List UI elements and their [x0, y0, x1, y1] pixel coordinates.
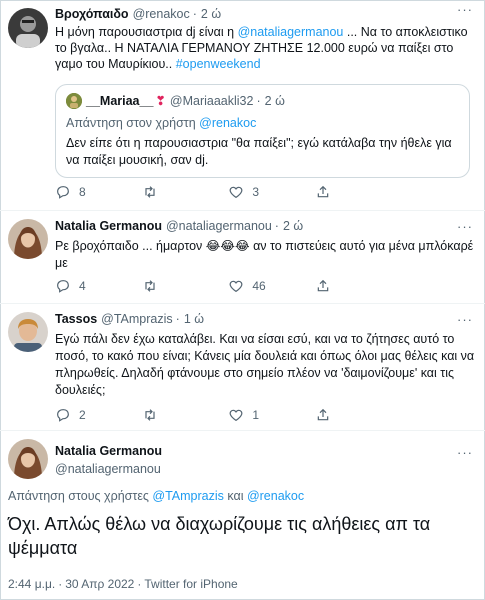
share-button[interactable] [315, 277, 385, 295]
tweet-time[interactable]: 2 ώ [283, 218, 303, 234]
share-button[interactable] [315, 406, 385, 424]
avatar-maria[interactable] [66, 93, 82, 109]
reply-button[interactable]: 4 [55, 277, 125, 295]
more-options-icon[interactable]: ··· [457, 219, 473, 234]
heart-icon [229, 409, 243, 422]
quoted-replying-to: Απάντηση στον χρήστη @renakoc [66, 116, 257, 130]
separator-dot: · [192, 7, 197, 21]
quoted-reply-mention[interactable]: @renakoc [199, 116, 256, 130]
tweet-time[interactable]: 1 ώ [184, 311, 204, 327]
tweet-text: Ρε βροχόπαιδο ... ήμαρτον 😂😂😂 αν το πιστ… [55, 239, 474, 270]
reply-button[interactable]: 2 [55, 406, 125, 424]
like-count: 3 [252, 185, 259, 199]
heart-emoji-icon: ❣ [155, 94, 166, 108]
quoted-tweet[interactable]: __Mariaa__ ❣ @Mariaaakli32 · 2 ώ Απάντησ… [55, 84, 470, 178]
author-name[interactable]: Tassos [55, 311, 97, 327]
main-author-handle[interactable]: @nataliagermanou [55, 461, 475, 477]
like-button[interactable]: 46 [228, 277, 298, 295]
main-tweet-text: Όχι. Απλώς θέλω να διαχωρίζουμε τις αλήθ… [8, 514, 431, 558]
tweet-client[interactable]: Twitter for iPhone [144, 577, 237, 591]
avatar-natalia[interactable] [8, 219, 48, 259]
tweet-2[interactable]: Natalia Germanou @nataliagermanou · 2 ώ … [0, 211, 485, 303]
avatar-tassos[interactable] [8, 312, 48, 352]
more-options-icon[interactable]: ··· [457, 312, 473, 327]
retweet-icon [145, 409, 155, 421]
avatar-vroxopaido[interactable] [8, 8, 48, 48]
like-count: 1 [252, 408, 259, 422]
reply-count: 8 [79, 185, 86, 199]
replying-mention-renakoc[interactable]: @renakoc [247, 489, 304, 503]
retweet-button[interactable] [142, 277, 212, 295]
author-name[interactable]: Βροχόπαιδο [55, 6, 129, 22]
quoted-author-name[interactable]: __Mariaa__ [86, 93, 153, 109]
quoted-author-handle[interactable]: @Mariaaakli32 [170, 93, 254, 109]
share-icon [317, 408, 329, 421]
tweet-3[interactable]: Tassos @TAmprazis · 1 ώ Εγώ πάλι δεν έχω… [0, 304, 485, 428]
tweet-metadata: 2:44 μ.μ. · 30 Απρ 2022 · Twitter for iPhone [8, 577, 238, 591]
like-button[interactable]: 3 [228, 183, 298, 201]
heart-icon [229, 280, 243, 293]
laughing-emoji-icon: 😂😂😂 [205, 239, 250, 253]
reply-icon [57, 280, 69, 293]
tweet-text: Εγώ πάλι δεν έχω καταλάβει. Και να είσαι… [55, 332, 475, 397]
more-options-icon[interactable]: ··· [457, 2, 473, 17]
tweet-text: Η μόνη παρουσιαστρια dj είναι η @natalia… [55, 25, 468, 71]
like-button[interactable]: 1 [228, 406, 298, 424]
retweet-icon [145, 186, 155, 198]
tweet-time[interactable]: 2 ώ [201, 6, 221, 22]
retweet-icon [145, 280, 155, 292]
main-author-name[interactable]: Natalia Germanou [55, 443, 475, 459]
hashtag-link[interactable]: #openweekend [176, 57, 261, 71]
tweet-timestamp[interactable]: 2:44 μ.μ. [8, 577, 55, 591]
retweet-button[interactable] [142, 406, 212, 424]
mention-link[interactable]: @nataliagermanou [238, 25, 344, 39]
author-handle[interactable]: @renakoc [133, 6, 190, 22]
reply-icon [57, 409, 69, 422]
reply-count: 2 [79, 408, 86, 422]
like-count: 46 [252, 279, 266, 293]
share-button[interactable] [315, 183, 385, 201]
avatar-natalia-main[interactable] [8, 439, 48, 479]
reply-count: 4 [79, 279, 86, 293]
retweet-button[interactable] [142, 183, 212, 201]
author-handle[interactable]: @TAmprazis [101, 311, 173, 327]
share-icon [317, 279, 329, 292]
separator-dot: · [274, 219, 279, 233]
tweet-1[interactable]: Βροχόπαιδο @renakoc · 2 ώ Η μόνη παρουσι… [0, 0, 485, 210]
quoted-tweet-time[interactable]: 2 ώ [265, 93, 285, 109]
replying-mention-tamprazis[interactable]: @TAmprazis [152, 489, 224, 503]
reply-icon [57, 186, 69, 199]
heart-icon [229, 186, 243, 199]
replying-to: Απάντηση στους χρήστες @TAmprazis και @r… [8, 489, 305, 503]
more-options-icon[interactable]: ··· [457, 445, 473, 460]
separator-dot: · [256, 94, 261, 108]
quoted-tweet-text: Δεν είπε ότι η παρουσιαστρια "θα παίξει"… [66, 136, 452, 167]
author-handle[interactable]: @nataliagermanou [166, 218, 272, 234]
share-icon [317, 185, 329, 198]
tweet-date[interactable]: 30 Απρ 2022 [65, 577, 134, 591]
reply-button[interactable]: 8 [55, 183, 125, 201]
separator-dot: · [175, 312, 180, 326]
author-name[interactable]: Natalia Germanou [55, 218, 162, 234]
